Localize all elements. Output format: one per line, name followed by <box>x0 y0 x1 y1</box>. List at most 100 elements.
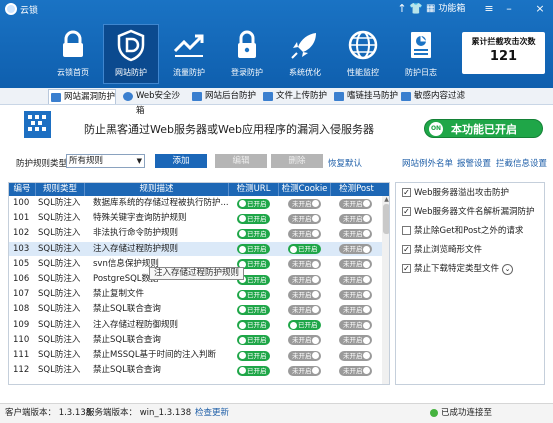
col-header-id[interactable]: 编号 <box>9 183 36 196</box>
table-row[interactable]: 102 SQL防注入 非法执行命令防护规则 已开启 未开启 未开启 <box>9 226 382 241</box>
shirt-skin-icon[interactable]: 👕 <box>409 2 423 16</box>
table-row[interactable]: 109 SQL防注入 注入存储过程防御规则 已开启 已开启 未开启 <box>9 318 382 333</box>
toggle-cookie[interactable]: 未开启 <box>288 213 321 224</box>
status-bar: 客户端版本： 1.3.138 服务端版本： win_1.3.138 检查更新 已… <box>0 403 553 423</box>
toggle-url[interactable]: 已开启 <box>237 350 270 361</box>
toggle-post[interactable]: 未开启 <box>339 289 372 300</box>
toggle-cookie[interactable]: 已开启 <box>288 244 321 255</box>
toggle-post[interactable]: 未开启 <box>339 198 372 209</box>
option-overflow-protection[interactable]: ✓ Web服务器溢出攻击防护 <box>402 187 509 199</box>
table-row[interactable]: 108 SQL防注入 禁止SQL联合查询 已开启 未开启 未开启 <box>9 302 382 317</box>
nav-item-home[interactable]: 云锁首页 <box>45 24 101 84</box>
toggle-url[interactable]: 已开启 <box>237 228 270 239</box>
toggle-cookie[interactable]: 未开启 <box>288 198 321 209</box>
table-row[interactable]: 110 SQL防注入 禁止SQL联合查询 已开启 未开启 未开启 <box>9 333 382 348</box>
rule-type-select[interactable]: 所有规则 ▼ <box>66 154 145 168</box>
toggle-url[interactable]: 已开启 <box>237 335 270 346</box>
table-row[interactable]: 112 SQL防注入 禁止SQL联合查询 已开启 未开启 未开启 <box>9 363 382 378</box>
tab-vulnerability-protection[interactable]: 网站漏洞防护 <box>48 89 116 104</box>
toggle-cookie[interactable]: 未开启 <box>288 350 321 361</box>
block-info-settings-link[interactable]: 拦截信息设置 <box>496 157 547 169</box>
toggle-cookie[interactable]: 未开启 <box>288 228 321 239</box>
toggle-post[interactable]: 未开启 <box>339 335 372 346</box>
tab-label: 敏感内容过滤 <box>414 91 466 101</box>
toggle-url[interactable]: 已开启 <box>237 320 270 331</box>
col-header-desc[interactable]: 规则描述 <box>85 183 229 196</box>
attack-count-value: 121 <box>489 49 518 64</box>
nav-label: 系统优化 <box>289 68 321 77</box>
toggle-url[interactable]: 已开启 <box>237 304 270 315</box>
toggle-post[interactable]: 未开启 <box>339 350 372 361</box>
table-row[interactable]: 111 SQL防注入 禁止MSSQL基于时间的注入判断 已开启 未开启 未开启 <box>9 348 382 363</box>
tab-content-filter[interactable]: 敏感内容过滤 <box>399 89 469 104</box>
toggle-cookie[interactable]: 未开启 <box>288 304 321 315</box>
nav-item-website-protection[interactable]: 网站防护 <box>103 24 159 84</box>
checkbox[interactable]: ✓ <box>402 207 411 216</box>
toggle-url[interactable]: 已开启 <box>237 213 270 224</box>
toggle-label: 本功能已开启 <box>451 123 517 136</box>
toggle-cookie[interactable]: 未开启 <box>288 289 321 300</box>
menu-icon[interactable]: ≡ <box>482 2 496 16</box>
toggle-url[interactable]: 已开启 <box>237 289 270 300</box>
toggle-post[interactable]: 未开启 <box>339 244 372 255</box>
check-update-link[interactable]: 检查更新 <box>195 404 229 422</box>
toggle-post[interactable]: 未开启 <box>339 213 372 224</box>
tab-backend-protection[interactable]: 网站后台防护 <box>190 89 260 104</box>
toggle-url[interactable]: 已开启 <box>237 365 270 376</box>
col-header-post[interactable]: 检测Post <box>331 183 382 196</box>
minimize-icon[interactable]: – <box>502 2 516 16</box>
toggle-url[interactable]: 已开启 <box>237 198 270 209</box>
alert-settings-link[interactable]: 报警设置 <box>457 157 491 169</box>
restore-default-link[interactable]: 恢复默认 <box>328 157 362 169</box>
table-row[interactable]: 100 SQL防注入 数据库系统的存储过程被执行防护... 已开启 未开启 未开启 <box>9 196 382 211</box>
nav-item-login-protection[interactable]: 登录防护 <box>219 24 275 84</box>
tab-upload-protection[interactable]: 文件上传防护 <box>261 89 331 104</box>
nav-item-performance-monitor[interactable]: 性能监控 <box>335 24 391 84</box>
feature-toggle[interactable]: ON 本功能已开启 <box>424 119 543 138</box>
checkbox[interactable] <box>402 226 411 235</box>
checkbox[interactable]: ✓ <box>402 188 411 197</box>
toggle-post[interactable]: 未开启 <box>339 365 372 376</box>
checkbox[interactable]: ✓ <box>402 245 411 254</box>
toggle-post[interactable]: 未开启 <box>339 274 372 285</box>
scroll-thumb[interactable] <box>383 204 389 234</box>
col-header-type[interactable]: 规则类型 <box>36 183 85 196</box>
checkbox[interactable]: ✓ <box>402 264 411 273</box>
func-box-button[interactable]: ▦ 功能箱 <box>426 2 465 16</box>
toggle-cookie[interactable]: 未开启 <box>288 365 321 376</box>
expand-chevron-icon[interactable]: ⌄ <box>502 264 514 275</box>
option-block-other-methods[interactable]: 禁止除Get和Post之外的请求 <box>402 225 523 237</box>
table-row[interactable]: 103 SQL防注入 注入存储过程防护规则 已开启 已开启 未开启 <box>9 241 382 257</box>
tab-web-sandbox[interactable]: Web安全沙箱 <box>121 89 188 116</box>
tab-icon <box>192 92 202 101</box>
option-block-malformed-files[interactable]: ✓ 禁止浏览畸形文件 <box>402 244 482 256</box>
nav-item-protection-log[interactable]: 防护日志 <box>393 24 449 84</box>
toggle-post[interactable]: 未开启 <box>339 304 372 315</box>
edit-button[interactable]: 编辑 <box>215 154 267 168</box>
toggle-post[interactable]: 未开启 <box>339 259 372 270</box>
cell-type: SQL防注入 <box>38 319 81 330</box>
toggle-post[interactable]: 未开启 <box>339 228 372 239</box>
whitelist-link[interactable]: 网站例外名单 <box>402 157 453 169</box>
toggle-url[interactable]: 已开启 <box>237 244 270 255</box>
table-row[interactable]: 107 SQL防注入 禁止复制文件 已开启 未开启 未开启 <box>9 287 382 302</box>
toggle-cookie[interactable]: 未开启 <box>288 335 321 346</box>
toggle-cookie[interactable]: 未开启 <box>288 274 321 285</box>
add-button[interactable]: 添加 <box>155 154 207 168</box>
option-filename-parse-protection[interactable]: ✓ Web服务器文件名解析漏洞防护 <box>402 206 535 218</box>
toggle-post[interactable]: 未开启 <box>339 320 372 331</box>
nav-item-system-optimize[interactable]: 系统优化 <box>277 24 333 84</box>
close-icon[interactable]: × <box>533 2 547 16</box>
scroll-up-icon[interactable]: ▲ <box>382 196 389 203</box>
upload-icon[interactable]: ↑ <box>395 2 409 16</box>
toggle-cookie[interactable]: 未开启 <box>288 259 321 270</box>
table-row[interactable]: 101 SQL防注入 特殊关键字查询防护规则 已开启 未开启 未开启 <box>9 211 382 226</box>
tab-trojan-protection[interactable]: 嗜链挂马防护 <box>332 89 400 104</box>
option-block-file-download[interactable]: ✓ 禁止下载特定类型文件 ⌄ <box>402 263 514 275</box>
delete-button[interactable]: 删除 <box>271 154 323 168</box>
nav-item-traffic-protection[interactable]: 流量防护 <box>161 24 217 84</box>
toggle-cookie[interactable]: 已开启 <box>288 320 321 331</box>
table-scrollbar[interactable]: ▲ <box>382 196 389 384</box>
col-header-url[interactable]: 检测URL <box>229 183 279 196</box>
col-header-cookie[interactable]: 检测Cookie <box>279 183 331 196</box>
